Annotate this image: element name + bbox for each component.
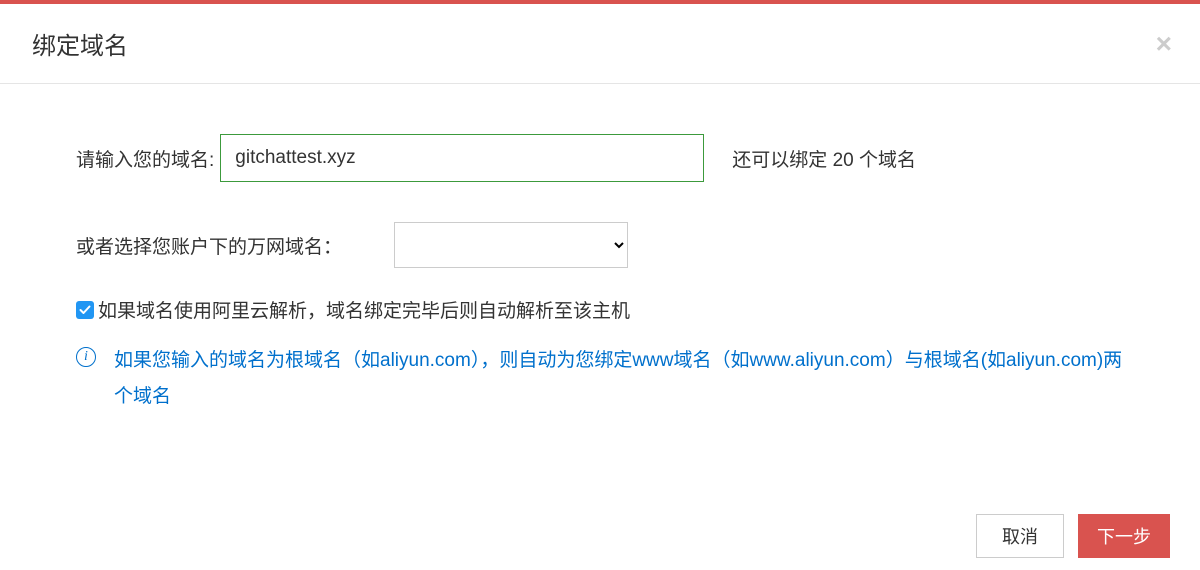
modal-body: 请输入您的域名: 还可以绑定 20 个域名 或者选择您账户下的万网域名： 如果域… xyxy=(0,84,1200,445)
domain-input-row: 请输入您的域名: 还可以绑定 20 个域名 xyxy=(76,134,1124,182)
domain-select-row: 或者选择您账户下的万网域名： xyxy=(76,222,1124,268)
domain-input-label: 请输入您的域名: xyxy=(76,145,214,172)
domain-select-label: 或者选择您账户下的万网域名： xyxy=(76,232,342,259)
domain-input[interactable] xyxy=(220,134,704,182)
info-icon: i xyxy=(76,347,96,367)
modal-header: 绑定域名 × xyxy=(0,4,1200,84)
info-row: i 如果您输入的域名为根域名（如aliyun.com），则自动为您绑定www域名… xyxy=(76,343,1124,415)
remaining-count: 20 xyxy=(833,150,854,171)
auto-resolve-checkbox[interactable] xyxy=(76,301,94,319)
cancel-button[interactable]: 取消 xyxy=(976,514,1064,558)
auto-resolve-checkbox-row: 如果域名使用阿里云解析，域名绑定完毕后则自动解析至该主机 xyxy=(76,296,1124,323)
remaining-domains-text: 还可以绑定 20 个域名 xyxy=(732,145,916,172)
next-button[interactable]: 下一步 xyxy=(1078,514,1170,558)
check-icon xyxy=(79,304,91,316)
modal-title: 绑定域名 xyxy=(32,26,1170,61)
close-icon[interactable]: × xyxy=(1156,30,1172,58)
remaining-suffix: 个域名 xyxy=(854,150,916,171)
info-text: 如果您输入的域名为根域名（如aliyun.com），则自动为您绑定www域名（如… xyxy=(114,343,1124,415)
domain-select[interactable] xyxy=(394,222,628,268)
auto-resolve-checkbox-label: 如果域名使用阿里云解析，域名绑定完毕后则自动解析至该主机 xyxy=(98,296,630,323)
modal-footer: 取消 下一步 xyxy=(976,502,1200,570)
remaining-prefix: 还可以绑定 xyxy=(732,150,832,171)
bind-domain-modal: 绑定域名 × 请输入您的域名: 还可以绑定 20 个域名 或者选择您账户下的万网… xyxy=(0,4,1200,570)
